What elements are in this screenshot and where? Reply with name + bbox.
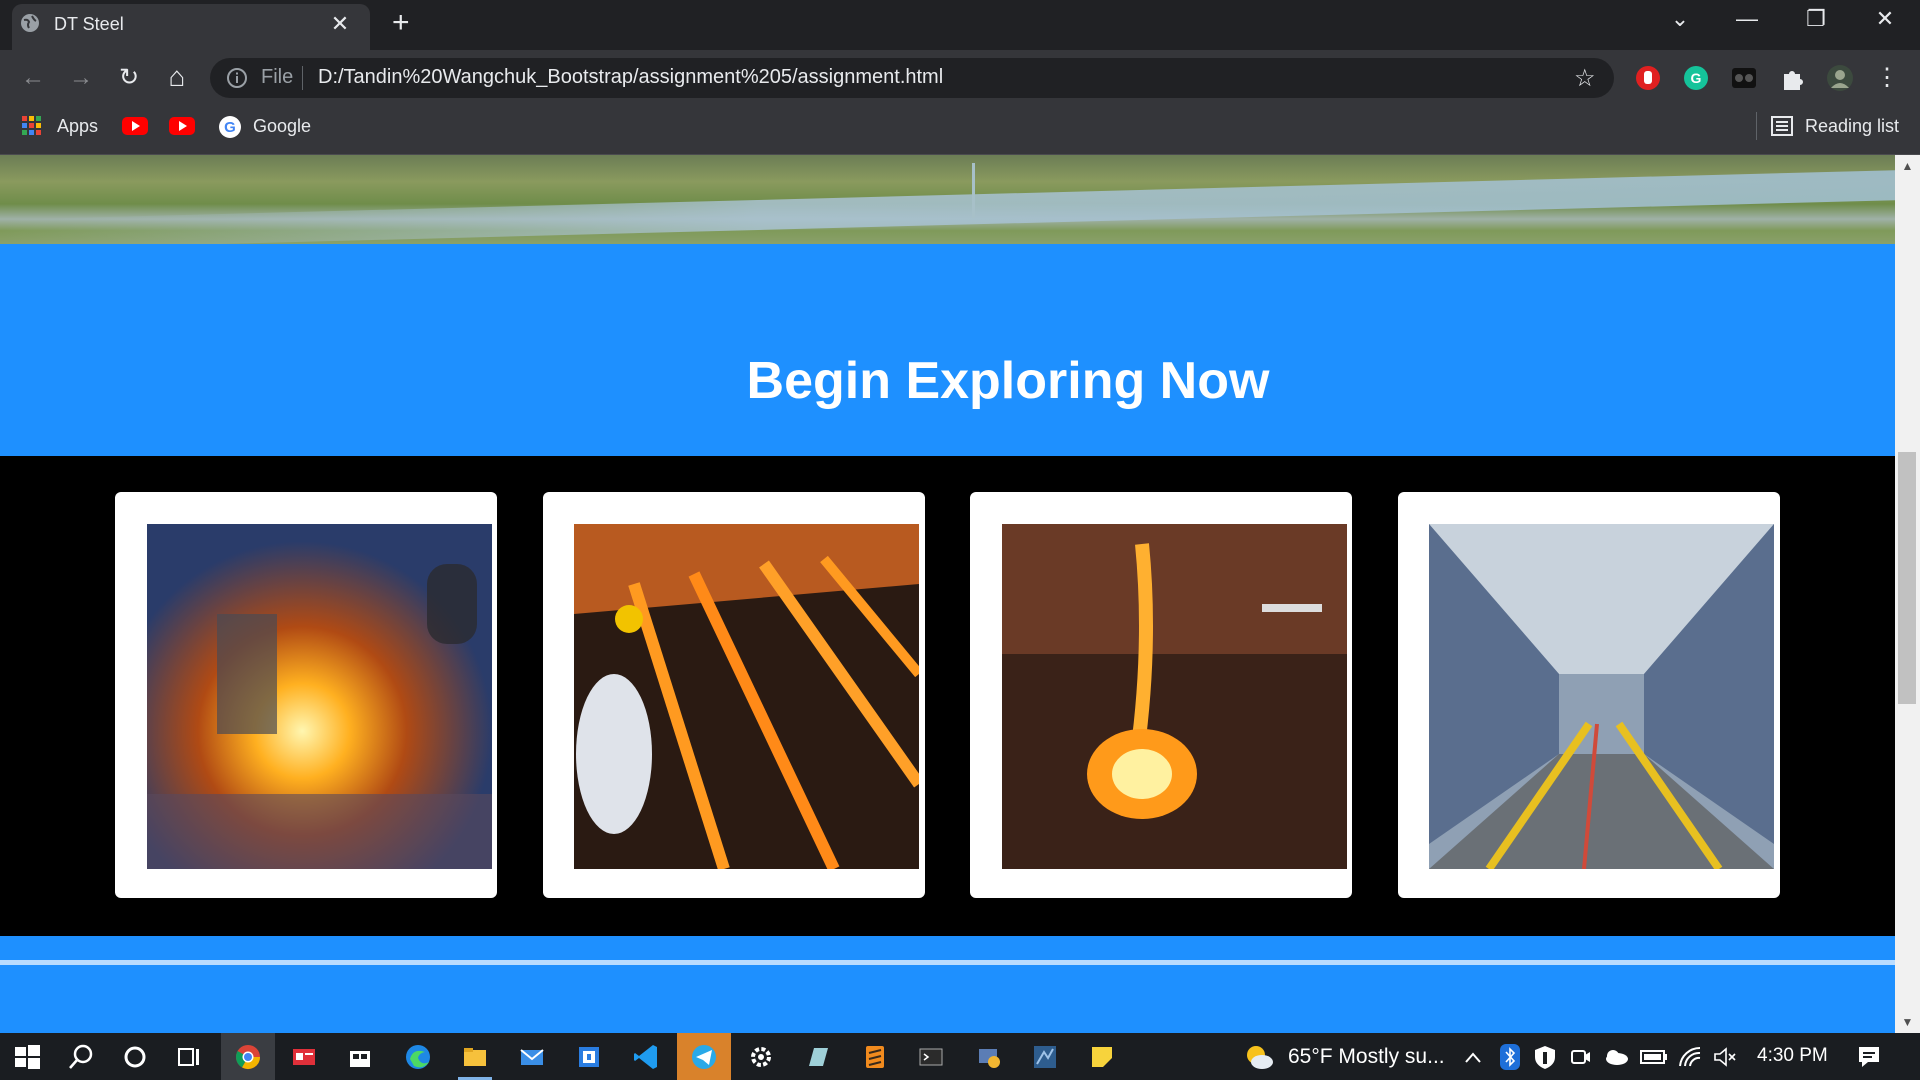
telegram-icon[interactable] [687, 1040, 721, 1074]
adblock-extension-icon[interactable] [1634, 64, 1662, 92]
wifi-icon[interactable] [1678, 1046, 1702, 1068]
hero-road [0, 170, 1895, 250]
bluetooth-icon[interactable] [1500, 1044, 1520, 1070]
battery-icon[interactable] [1640, 1049, 1668, 1065]
hero-pole [972, 163, 975, 218]
sublime-text-icon[interactable] [858, 1040, 892, 1074]
weather-icon[interactable] [1242, 1042, 1276, 1072]
forward-button[interactable]: → [66, 63, 96, 93]
volume-muted-icon[interactable] [1712, 1046, 1738, 1068]
footer-divider [0, 960, 1895, 965]
back-button[interactable]: ← [18, 63, 48, 93]
close-tab-icon[interactable]: ✕ [328, 11, 352, 37]
file-explorer-icon[interactable] [458, 1040, 492, 1074]
taskbar-clock[interactable]: 4:30 PM [1757, 1045, 1828, 1067]
mail-icon[interactable] [515, 1040, 549, 1074]
meet-now-icon[interactable] [1570, 1046, 1592, 1068]
molten-steel-pour-image [1002, 524, 1347, 869]
apps-grid-icon[interactable] [22, 116, 42, 136]
minimize-button[interactable]: — [1727, 6, 1767, 32]
youtube-bookmark-icon[interactable] [122, 117, 148, 135]
tab-search-icon[interactable]: ⌄ [1660, 6, 1700, 32]
store-icon[interactable] [343, 1040, 377, 1074]
sticky-notes-icon[interactable] [1085, 1040, 1119, 1074]
close-window-button[interactable]: ✕ [1865, 6, 1905, 32]
security-shield-icon[interactable] [1533, 1044, 1557, 1070]
bookmark-apps[interactable]: Apps [57, 116, 98, 137]
notification-center-icon[interactable] [1856, 1044, 1882, 1070]
scroll-up-arrow-icon[interactable]: ▲ [1895, 157, 1920, 175]
bookmark-google[interactable]: Google [253, 116, 311, 137]
search-icon[interactable] [64, 1040, 98, 1074]
profile-avatar-icon[interactable] [1826, 64, 1854, 92]
news-app-icon[interactable] [287, 1040, 321, 1074]
scroll-thumb[interactable] [1898, 452, 1916, 704]
grammarly-extension-icon[interactable]: G [1682, 64, 1710, 92]
windows-start-icon[interactable] [10, 1040, 44, 1074]
home-button[interactable]: ⌂ [162, 62, 192, 92]
reload-button[interactable]: ↻ [114, 63, 144, 93]
page-viewport: Begin Exploring Now [0, 155, 1895, 1033]
svg-text:G: G [224, 119, 236, 136]
steel-furnace-image [147, 524, 492, 869]
terminal-icon[interactable] [914, 1040, 948, 1074]
weather-text[interactable]: 65°F Mostly su... [1288, 1045, 1445, 1069]
new-tab-button[interactable]: + [392, 6, 410, 40]
info-icon[interactable] [226, 67, 248, 89]
url-text[interactable]: D:/Tandin%20Wangchuk_Bootstrap/assignmen… [318, 66, 943, 89]
chevron-up-icon[interactable] [1462, 1048, 1484, 1068]
reading-list-icon[interactable] [1771, 116, 1793, 136]
steel-worker-sparks-image [574, 524, 919, 869]
steel-mill-hall-image [1429, 524, 1774, 869]
task-view-icon[interactable] [172, 1040, 206, 1074]
settings-gear-icon[interactable] [744, 1040, 778, 1074]
mysql-workbench-icon[interactable] [1028, 1040, 1062, 1074]
youtube-bookmark-icon[interactable] [169, 117, 195, 135]
address-divider [302, 66, 303, 90]
bookmarks-divider [1756, 112, 1757, 140]
remote-desktop-icon[interactable] [572, 1040, 606, 1074]
hero-image [0, 155, 1895, 250]
svg-text:G: G [1691, 70, 1702, 86]
privacy-extension-icon[interactable] [1730, 64, 1758, 92]
scroll-down-arrow-icon[interactable]: ▼ [1895, 1013, 1920, 1031]
explore-section [0, 244, 1895, 456]
reading-list-button[interactable]: Reading list [1805, 116, 1899, 137]
notes-app-icon[interactable] [801, 1040, 835, 1074]
extensions-puzzle-icon[interactable] [1778, 64, 1806, 92]
edge-icon[interactable] [401, 1040, 435, 1074]
footer-section [0, 936, 1895, 1033]
bookmark-star-icon[interactable]: ☆ [1574, 64, 1596, 93]
vscode-icon[interactable] [629, 1040, 663, 1074]
onedrive-cloud-icon[interactable] [1602, 1048, 1630, 1066]
network-app-icon[interactable] [972, 1040, 1006, 1074]
google-icon[interactable]: G [218, 115, 242, 139]
security-label: File [261, 66, 294, 88]
cortana-icon[interactable] [118, 1040, 152, 1074]
section-heading: Begin Exploring Now [746, 352, 1270, 410]
tab-title: DT Steel [54, 14, 124, 34]
chrome-icon[interactable] [231, 1040, 265, 1074]
restore-button[interactable]: ❐ [1796, 6, 1836, 32]
globe-icon [21, 14, 39, 32]
browser-menu-icon[interactable]: ⋮ [1872, 63, 1902, 93]
